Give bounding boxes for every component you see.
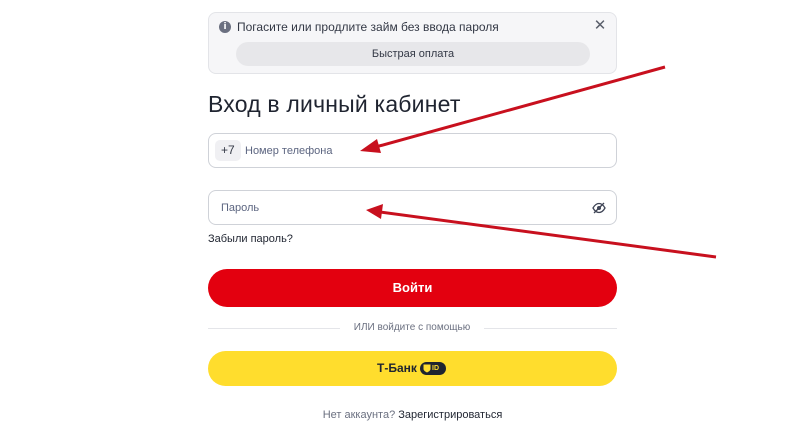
country-code-prefix: +7 bbox=[215, 140, 241, 161]
divider-line bbox=[208, 328, 340, 329]
notice-text: Погасите или продлите займ без ввода пар… bbox=[237, 20, 499, 34]
phone-field[interactable]: +7 bbox=[208, 133, 617, 168]
register-link[interactable]: Зарегистрироваться bbox=[398, 409, 502, 421]
eye-slash-icon[interactable] bbox=[592, 202, 606, 214]
divider-line bbox=[484, 328, 617, 329]
divider-text: ИЛИ войдите с помощью bbox=[353, 322, 471, 333]
login-button[interactable]: Войти bbox=[208, 269, 617, 307]
password-field[interactable] bbox=[208, 190, 617, 225]
close-icon[interactable]: ✕ bbox=[592, 17, 608, 33]
shield-icon bbox=[423, 364, 431, 373]
forgot-password-link[interactable]: Забыли пароль? bbox=[208, 233, 293, 245]
phone-input[interactable] bbox=[245, 134, 605, 167]
register-row: Нет аккаунта? Зарегистрироваться bbox=[0, 409, 800, 421]
quick-pay-notice: i Погасите или продлите займ без ввода п… bbox=[208, 12, 617, 74]
tbank-login-button[interactable]: Т-Банк ID bbox=[208, 351, 617, 386]
page-title: Вход в личный кабинет bbox=[208, 91, 461, 117]
no-account-text: Нет аккаунта? bbox=[322, 409, 396, 421]
tbank-id-badge: ID bbox=[420, 362, 446, 375]
info-icon: i bbox=[219, 21, 231, 33]
tbank-label: Т-Банк bbox=[377, 361, 417, 375]
id-badge-text: ID bbox=[432, 365, 439, 372]
password-input[interactable] bbox=[221, 191, 591, 224]
quick-pay-button[interactable]: Быстрая оплата bbox=[236, 42, 590, 66]
